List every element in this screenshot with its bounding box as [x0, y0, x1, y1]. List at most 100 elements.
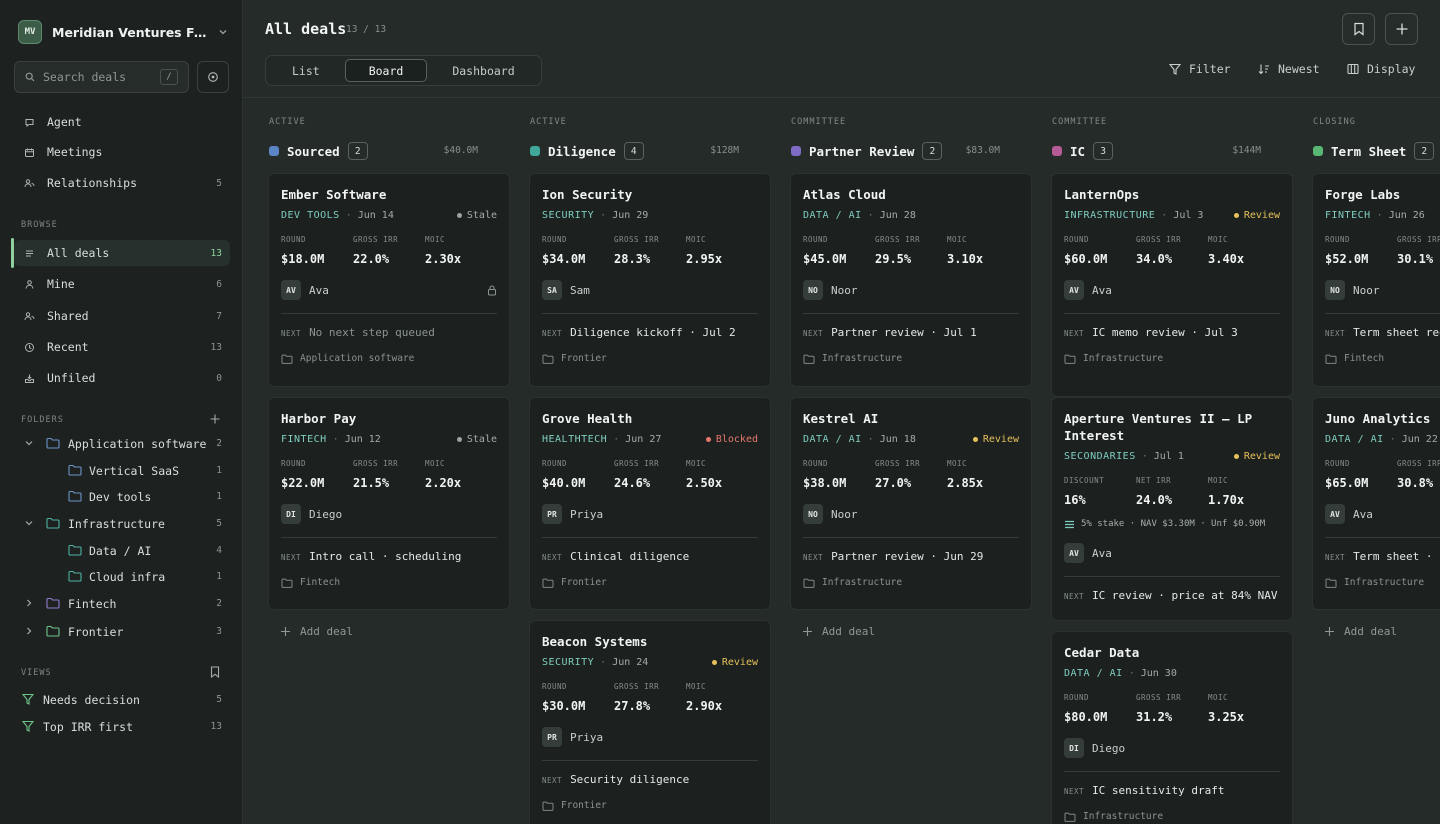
tab-list[interactable]: List [269, 59, 343, 82]
view-needs-decision[interactable]: Needs decision 5 [14, 688, 230, 712]
deal-card[interactable]: Beacon Systems SECURITY · Jun 24 Review ROUND… [529, 620, 771, 824]
column-header[interactable]: IC 3 $144M [1052, 141, 1292, 161]
metric-label: ROUND [803, 235, 829, 244]
nav-unfiled[interactable]: Unfiled 0 [14, 365, 230, 391]
deal-owner[interactable]: PR Priya [542, 504, 758, 524]
nav-meetings[interactable]: Meetings [14, 139, 230, 165]
folder-cloud-infra[interactable]: Cloud infra 1 [14, 565, 230, 589]
deal-owner[interactable]: NO Noor [1325, 280, 1440, 300]
settings-icon [207, 71, 219, 83]
chevron-down-icon[interactable] [24, 438, 34, 448]
deal-folder: Fintech [281, 577, 497, 588]
metric-value: 24.6% [614, 476, 651, 490]
deal-owner[interactable]: NO Noor [803, 504, 1019, 524]
add-deal-button[interactable]: Add deal [1324, 625, 1397, 638]
column-header[interactable]: Sourced 2 $40.0M [269, 141, 509, 161]
tab-dashboard[interactable]: Dashboard [429, 59, 537, 82]
deal-card[interactable]: Harbor Pay FINTECH · Jun 12 Stale ROUND $22.0M… [268, 397, 510, 610]
folder-data-ai[interactable]: Data / AI 4 [14, 539, 230, 563]
column-header[interactable]: Diligence 4 $128M [530, 141, 770, 161]
nav-relationships[interactable]: Relationships 5 [14, 170, 230, 196]
folder-application-software[interactable]: Application software 2 [14, 432, 230, 456]
nav-mine[interactable]: Mine 6 [14, 271, 230, 297]
add-folder-icon[interactable] [209, 413, 221, 425]
add-deal-button[interactable] [1385, 13, 1418, 45]
deal-card[interactable]: Forge Labs FINTECH · Jun 26 ROUND $52.0M GROSS… [1312, 173, 1440, 387]
workspace-switcher[interactable]: MV Meridian Ventures Fund II [18, 20, 228, 44]
card-divider [542, 313, 758, 314]
metric: GROSS IRR 30.8% [1397, 459, 1440, 490]
deal-owner[interactable]: DI Diego [1064, 738, 1280, 758]
search-input[interactable] [43, 70, 143, 84]
person-icon [24, 279, 35, 290]
nav-agent-label: Agent [47, 115, 82, 129]
search-box[interactable]: / [14, 61, 189, 93]
nav-recent[interactable]: Recent 13 [14, 334, 230, 360]
column-title: Term Sheet [1331, 143, 1407, 159]
add-deal-button[interactable]: Add deal [802, 625, 875, 638]
stage-color-dot [530, 146, 540, 156]
chevron-down-icon[interactable] [24, 518, 34, 528]
folder-count: 4 [216, 545, 222, 556]
deal-card[interactable]: Kestrel AI DATA / AI · Jun 18 Review ROUND $38… [790, 397, 1032, 610]
nav-relationships-label: Relationships [47, 176, 138, 190]
filter-icon [22, 720, 34, 732]
chevron-right-icon[interactable] [24, 626, 34, 636]
deal-card[interactable]: Juno Analytics DATA / AI · Jun 22 ROUND $65.0… [1312, 397, 1440, 610]
add-deal-button[interactable]: Add deal [280, 625, 353, 638]
folder-frontier[interactable]: Frontier 3 [14, 620, 230, 644]
deal-sector: SECONDARIES [1064, 451, 1136, 462]
metric: ROUND $38.0M [803, 459, 875, 490]
metric: ROUND $34.0M [542, 235, 614, 266]
column-header[interactable]: Partner Review 2 $83.0M [791, 141, 1031, 161]
metric: GROSS IRR 28.3% [614, 235, 686, 266]
deal-card[interactable]: Aperture Ventures II — LP Interest SECOND… [1051, 397, 1293, 621]
folder-dev-tools[interactable]: Dev tools 1 [14, 485, 230, 509]
deal-card[interactable]: Ion Security SECURITY · Jun 29 ROUND $34.0M GR… [529, 173, 771, 387]
deal-folder: Infrastructure [1064, 811, 1280, 822]
status-dot [711, 660, 717, 665]
deal-count: 13 / 13 [346, 24, 387, 35]
bookmark-button[interactable] [1342, 13, 1375, 45]
nav-shared[interactable]: Shared 7 [14, 303, 230, 329]
folder-fintech[interactable]: Fintech 2 [14, 592, 230, 616]
nav-all-deals[interactable]: All deals 13 [11, 238, 230, 268]
meta-separator: · [600, 657, 607, 668]
deal-card[interactable]: Grove Health HEALTHTECH · Jun 27 Blocked ROUN… [529, 397, 771, 610]
chevron-right-icon[interactable] [24, 598, 34, 608]
deal-card[interactable]: Cedar Data DATA / AI · Jun 30 ROUND $80.0M GRO… [1051, 631, 1293, 824]
plus-icon [280, 626, 291, 637]
deal-owner[interactable]: AV Ava [281, 280, 497, 300]
column-header[interactable]: Term Sheet 2 [1313, 141, 1440, 161]
deal-sector: HEALTHTECH [542, 434, 608, 445]
deal-folder-label: Fintech [300, 577, 341, 588]
nav-agent[interactable]: Agent [14, 109, 230, 135]
view-top-irr-first[interactable]: Top IRR first 13 [14, 715, 230, 739]
deal-owner[interactable]: DI Diego [281, 504, 497, 524]
deal-sector: DATA / AI [1325, 434, 1384, 445]
settings-button[interactable] [197, 61, 229, 93]
deal-card[interactable]: Atlas Cloud DATA / AI · Jun 28 ROUND $45.0M GR… [790, 173, 1032, 387]
deal-owner[interactable]: NO Noor [803, 280, 1019, 300]
filter-button[interactable]: Filter [1169, 62, 1231, 76]
tab-board[interactable]: Board [344, 59, 428, 82]
deal-title: Forge Labs [1325, 187, 1401, 202]
folder-vertical-saas[interactable]: Vertical SaaS 1 [14, 459, 230, 483]
sort-button[interactable]: Newest [1258, 62, 1320, 76]
status-badge: Stale [456, 434, 497, 445]
display-button[interactable]: Display [1347, 62, 1415, 76]
deal-owner[interactable]: AV Ava [1325, 504, 1440, 524]
deal-owner[interactable]: PR Priya [542, 727, 758, 747]
deal-owner[interactable]: AV Ava [1064, 280, 1280, 300]
deal-owner[interactable]: SA Sam [542, 280, 758, 300]
bookmark-icon[interactable] [210, 666, 220, 678]
deal-card[interactable]: LanternOps INFRASTRUCTURE · Jul 3 Review ROUN… [1051, 173, 1293, 397]
deal-owner[interactable]: AV Ava [1064, 543, 1280, 563]
folder-infrastructure[interactable]: Infrastructure 5 [14, 512, 230, 536]
metric: ROUND $52.0M [1325, 235, 1397, 266]
deal-metrics: ROUND $18.0M GROSS IRR 22.0% MOIC 2.30x [281, 235, 497, 266]
deal-folder-label: Infrastructure [822, 353, 903, 364]
deal-card[interactable]: Ember Software DEV TOOLS · Jun 14 Stale ROUND… [268, 173, 510, 387]
next-step: NEXT Partner review · Jun 29 [803, 550, 1019, 563]
folder-label: Cloud infra [89, 570, 166, 584]
